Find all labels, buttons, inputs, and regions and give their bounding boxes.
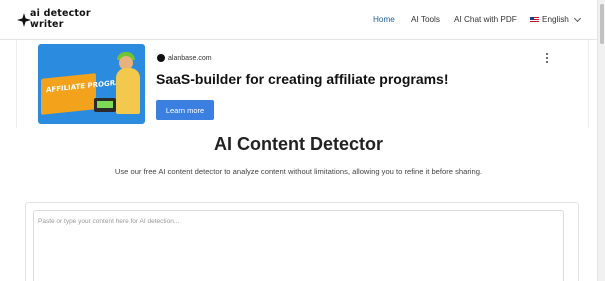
- site-header: ai detector writer Home AI Tools AI Chat…: [0, 0, 597, 40]
- editor-card: [25, 202, 579, 281]
- kebab-menu-icon[interactable]: [545, 53, 549, 63]
- logo-text-line2: writer: [30, 19, 64, 30]
- site-logo[interactable]: ai detector writer: [14, 6, 94, 34]
- nav-home[interactable]: Home: [373, 15, 395, 24]
- ad-source-label: alanbase.com: [168, 54, 212, 62]
- us-flag-icon: [530, 16, 539, 23]
- scrollbar[interactable]: [597, 0, 605, 281]
- scrollbar-thumb[interactable]: [600, 4, 604, 44]
- logo-text-line1: ai detector: [30, 8, 91, 19]
- learn-more-button[interactable]: Learn more: [156, 100, 214, 120]
- content-input[interactable]: [33, 210, 564, 281]
- ad-image[interactable]: AFFILIATE PROGRAM: [38, 44, 145, 124]
- page-description: Use our free AI content detector to anal…: [114, 167, 483, 176]
- language-selector[interactable]: English: [530, 14, 581, 24]
- language-label: English: [542, 15, 569, 24]
- nav-ai-tools[interactable]: AI Tools: [411, 15, 440, 24]
- alanbase-icon: [157, 54, 165, 62]
- nav-ai-chat-pdf[interactable]: AI Chat with PDF: [454, 15, 517, 24]
- ad-source[interactable]: alanbase.com: [157, 54, 212, 62]
- chevron-down-icon: [573, 14, 581, 22]
- page-title: AI Content Detector: [213, 134, 383, 154]
- ad-title[interactable]: SaaS-builder for creating affiliate prog…: [156, 71, 449, 87]
